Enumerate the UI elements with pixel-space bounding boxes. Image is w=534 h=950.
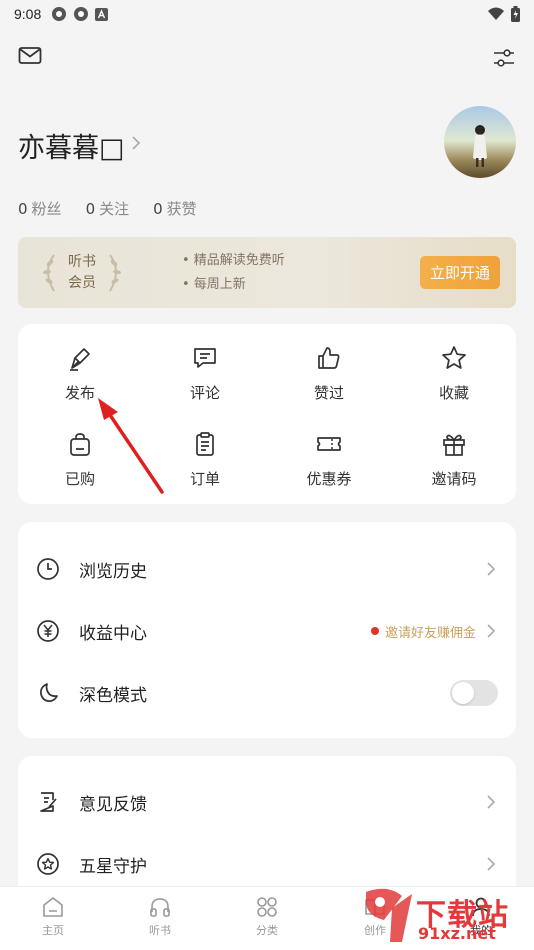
battery-icon (511, 6, 520, 22)
moon-icon (40, 683, 58, 702)
menu-row-earnings[interactable]: 收益中心 邀请好友赚佣金 (18, 600, 516, 662)
username: 亦暮暮□ (18, 133, 125, 164)
pen-icon (70, 348, 90, 371)
gift-icon (443, 434, 465, 456)
vip-perk: • 精品解读免费听 (182, 253, 285, 268)
grid-item-coupons[interactable]: 优惠券 (267, 414, 391, 494)
watermark-91-logo (366, 888, 412, 942)
watermark-domain: 91xz.net (418, 924, 496, 943)
tab-category[interactable]: 分类 (232, 895, 302, 945)
menu-row-history[interactable]: 浏览历史 (18, 538, 516, 600)
earnings-promo: 邀请好友赚佣金 (370, 622, 476, 641)
vip-perk: • 每周上新 (182, 277, 246, 292)
watermark-logo: 下载站 91xz.net (360, 886, 534, 950)
tab-home[interactable]: 主页 (18, 895, 88, 945)
stat-following[interactable]: 0 关注 (86, 198, 130, 219)
menu-card-primary: 浏览历史 收益中心 邀请好友赚佣金 深色模式 (18, 522, 516, 738)
bag-icon (70, 433, 90, 456)
grid-item-orders[interactable]: 订单 (143, 414, 267, 494)
clipboard-icon (196, 432, 214, 456)
clock-icon (37, 558, 59, 580)
menu-card-secondary: 意见反馈 五星守护 (18, 756, 516, 906)
activate-vip-button[interactable]: 立即开通 (420, 256, 500, 289)
app-notification-icon (74, 7, 89, 21)
tab-audiobooks[interactable]: 听书 (125, 895, 195, 945)
headphones-icon (150, 898, 170, 917)
dark-mode-toggle[interactable] (450, 680, 498, 706)
vip-banner[interactable]: 听书 会员 • 精品解读免费听 • 每周上新 立即开通 (18, 237, 516, 308)
grid-item-purchased[interactable]: 已购 (18, 414, 142, 494)
avatar[interactable] (444, 106, 516, 178)
status-notification-icons (51, 6, 109, 22)
vip-badge-line2: 会员 (68, 275, 96, 291)
settings-sliders-icon[interactable] (492, 46, 516, 70)
star-icon (442, 346, 466, 369)
grid-item-liked[interactable]: 赞过 (267, 328, 391, 408)
grid-item-invite-code[interactable]: 邀请码 (392, 414, 516, 494)
mail-icon[interactable] (18, 46, 42, 66)
grid-item-comments[interactable]: 评论 (143, 328, 267, 408)
chevron-right-icon (487, 795, 496, 809)
app-a-icon (95, 7, 109, 21)
chevron-right-icon (131, 135, 141, 156)
home-icon (43, 897, 63, 917)
avatar-figure (473, 125, 487, 167)
grid-item-publish[interactable]: 发布 (18, 328, 142, 408)
wifi-icon (488, 7, 504, 20)
yuan-coin-icon (37, 620, 59, 642)
menu-row-dark-mode: 深色模式 (18, 662, 516, 724)
thumbs-up-icon (318, 347, 340, 369)
stat-likes[interactable]: 0 获赞 (153, 198, 197, 219)
ticket-icon (317, 437, 341, 451)
category-icon (257, 897, 277, 917)
vip-perks: • 精品解读免费听 • 每周上新 (182, 249, 285, 297)
comment-icon (194, 348, 216, 368)
profile-name-link[interactable]: 亦暮暮□ (18, 126, 141, 165)
status-right-icons (487, 6, 520, 22)
menu-row-feedback[interactable]: 意见反馈 (18, 771, 516, 833)
chevron-right-icon (487, 624, 496, 638)
stat-followers[interactable]: 0 粉丝 (18, 198, 62, 219)
toggle-knob (452, 682, 474, 704)
top-bar (0, 40, 534, 76)
chevron-right-icon (487, 562, 496, 576)
vip-badge: 听书 会员 (36, 249, 128, 297)
profile-stats: 0 粉丝 0 关注 0 获赞 (18, 198, 197, 219)
chevron-right-icon (487, 857, 496, 871)
status-time: 9:08 (14, 6, 42, 22)
shortcut-grid: 发布 评论 赞过 收藏 已购 订单 优惠券 邀请码 (18, 324, 516, 504)
status-bar: 9:08 (0, 0, 534, 28)
app-notification-icon (52, 7, 67, 21)
grid-item-favorites[interactable]: 收藏 (392, 328, 516, 408)
vip-badge-line1: 听书 (68, 254, 96, 270)
red-dot (370, 627, 379, 635)
feedback-icon (40, 792, 57, 812)
star-badge-icon (37, 853, 59, 875)
